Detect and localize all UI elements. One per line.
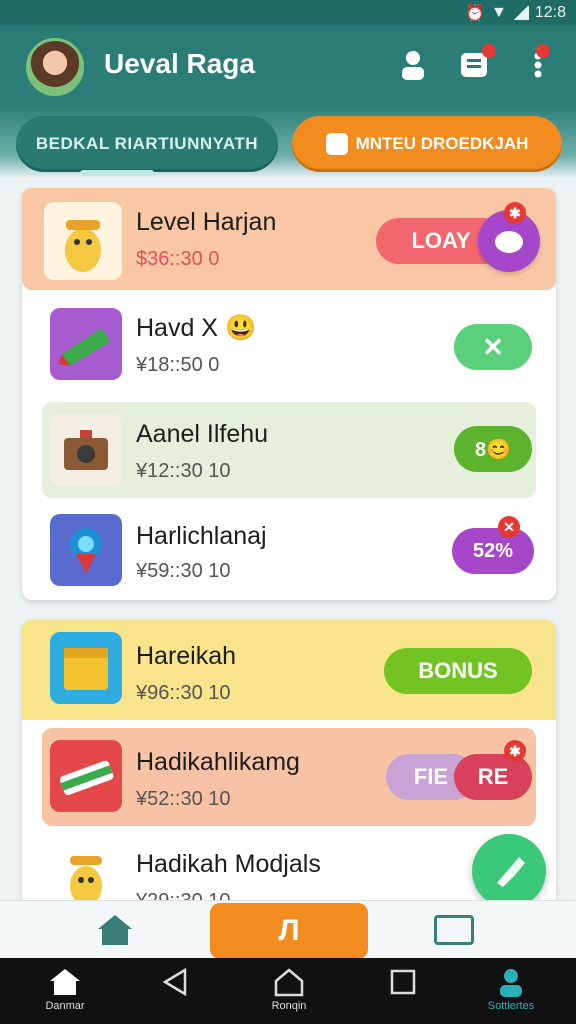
recents-icon bbox=[358, 964, 448, 1000]
bonus-button[interactable]: BONUS bbox=[384, 648, 532, 694]
smiley-emoji: 😃 bbox=[224, 314, 257, 342]
item-title: Hareikah bbox=[136, 642, 237, 670]
avatar[interactable] bbox=[26, 38, 84, 96]
sys-home-label: Danmar bbox=[45, 1000, 85, 1012]
sys-main-label: Ronqin bbox=[271, 1000, 307, 1012]
item-price: ¥12::30 10 bbox=[136, 460, 231, 482]
badge: ✱ bbox=[504, 740, 526, 762]
item-title: Hadikahlikamg bbox=[136, 748, 300, 776]
back-icon bbox=[130, 964, 220, 1000]
house-icon bbox=[20, 964, 110, 1000]
box-thumbnail bbox=[50, 632, 122, 704]
center-nav-button[interactable]: Л bbox=[210, 903, 368, 959]
item-title: Aanel Ilfehu bbox=[136, 420, 269, 448]
sys-settings[interactable]: Sottlertes bbox=[466, 964, 556, 1012]
badge: ✱ bbox=[504, 202, 526, 224]
item-price: $36::30 0 bbox=[136, 248, 220, 270]
floating-action-button[interactable] bbox=[472, 834, 546, 908]
list-item[interactable]: Havd X 😃 ¥18::50 0 ✕ bbox=[22, 298, 556, 394]
status-bar: ⏰ ▼ 12:8 bbox=[0, 0, 576, 26]
list-card: Level Harjan $36::30 0 LOAY ✱ Havd X 😃 ¥… bbox=[22, 188, 556, 600]
app-header: Ueval Raga bbox=[0, 26, 576, 106]
wallet-icon[interactable] bbox=[434, 915, 474, 945]
user-name: Ueval Raga bbox=[104, 48, 255, 79]
home-outline-icon bbox=[244, 964, 334, 1000]
sys-home[interactable]: Danmar bbox=[20, 964, 110, 1012]
sys-back[interactable] bbox=[130, 964, 220, 1000]
flashlight-icon bbox=[497, 857, 525, 887]
item-price: ¥52::30 10 bbox=[136, 788, 231, 810]
tab-primary[interactable]: BEDKAL RIARTIUNNYATH bbox=[16, 116, 278, 172]
primary-action-button[interactable]: RE bbox=[454, 754, 532, 800]
list-item[interactable]: Hareikah ¥96::30 10 BONUS bbox=[22, 620, 556, 720]
item-price: ¥18::50 0 bbox=[136, 354, 220, 376]
tab-secondary-label: MNTEU DROEDKJAH bbox=[355, 134, 529, 153]
signal-icon bbox=[512, 6, 529, 20]
discount-badge-button[interactable]: 52% bbox=[452, 528, 534, 574]
home-icon[interactable] bbox=[96, 913, 134, 947]
sys-main[interactable]: Ronqin bbox=[244, 964, 334, 1012]
profile-icon[interactable] bbox=[396, 48, 430, 82]
list-item[interactable]: Aanel Ilfehu ¥12::30 10 8😊 bbox=[42, 402, 536, 498]
notification-badge bbox=[536, 44, 550, 58]
list-item[interactable]: Harlichlanaj ¥59::30 10 52% ✕ bbox=[22, 504, 556, 598]
status-time: 12:8 bbox=[534, 4, 566, 21]
close-button[interactable]: ✕ bbox=[454, 324, 532, 370]
system-nav-bar: Danmar Ronqin Sottlertes bbox=[0, 958, 576, 1024]
more-options-icon[interactable] bbox=[528, 44, 550, 82]
notification-badge bbox=[482, 44, 496, 58]
tab-icon bbox=[325, 133, 348, 155]
item-title: Harlichlanaj bbox=[136, 522, 267, 550]
tab-bar: BEDKAL RIARTIUNNYATH MNTEU DROEDKJAH bbox=[0, 106, 576, 178]
bottom-nav: Л bbox=[0, 900, 576, 959]
person-icon bbox=[466, 964, 556, 1000]
list-item[interactable]: Level Harjan $36::30 0 LOAY ✱ bbox=[22, 188, 556, 290]
messages-icon[interactable] bbox=[458, 44, 496, 82]
sys-settings-label: Sottlertes bbox=[487, 1000, 535, 1012]
location-thumbnail bbox=[50, 514, 122, 586]
sys-recents[interactable] bbox=[358, 964, 448, 1000]
ticket-thumbnail bbox=[50, 308, 122, 380]
badge: ✕ bbox=[498, 516, 520, 538]
item-price: ¥59::30 10 bbox=[136, 560, 231, 582]
item-price: ¥96::30 10 bbox=[136, 682, 231, 704]
candy-thumbnail bbox=[50, 740, 122, 812]
list-item[interactable]: Hadikahlikamg ¥52::30 10 FIE RE ✱ bbox=[42, 728, 536, 826]
tab-secondary[interactable]: MNTEU DROEDKJAH bbox=[292, 116, 562, 172]
reaction-button[interactable]: 8😊 bbox=[454, 426, 532, 472]
alarm-icon: ⏰ bbox=[465, 5, 486, 22]
item-title: Havd X 😃 bbox=[136, 314, 257, 342]
camera-thumbnail bbox=[50, 414, 122, 486]
item-title: Level Harjan bbox=[136, 208, 277, 236]
active-tab-indicator bbox=[80, 170, 154, 176]
character-thumbnail bbox=[44, 202, 122, 280]
wifi-icon: ▼ bbox=[491, 4, 507, 21]
item-title: Hadikah Modjals bbox=[136, 850, 321, 878]
